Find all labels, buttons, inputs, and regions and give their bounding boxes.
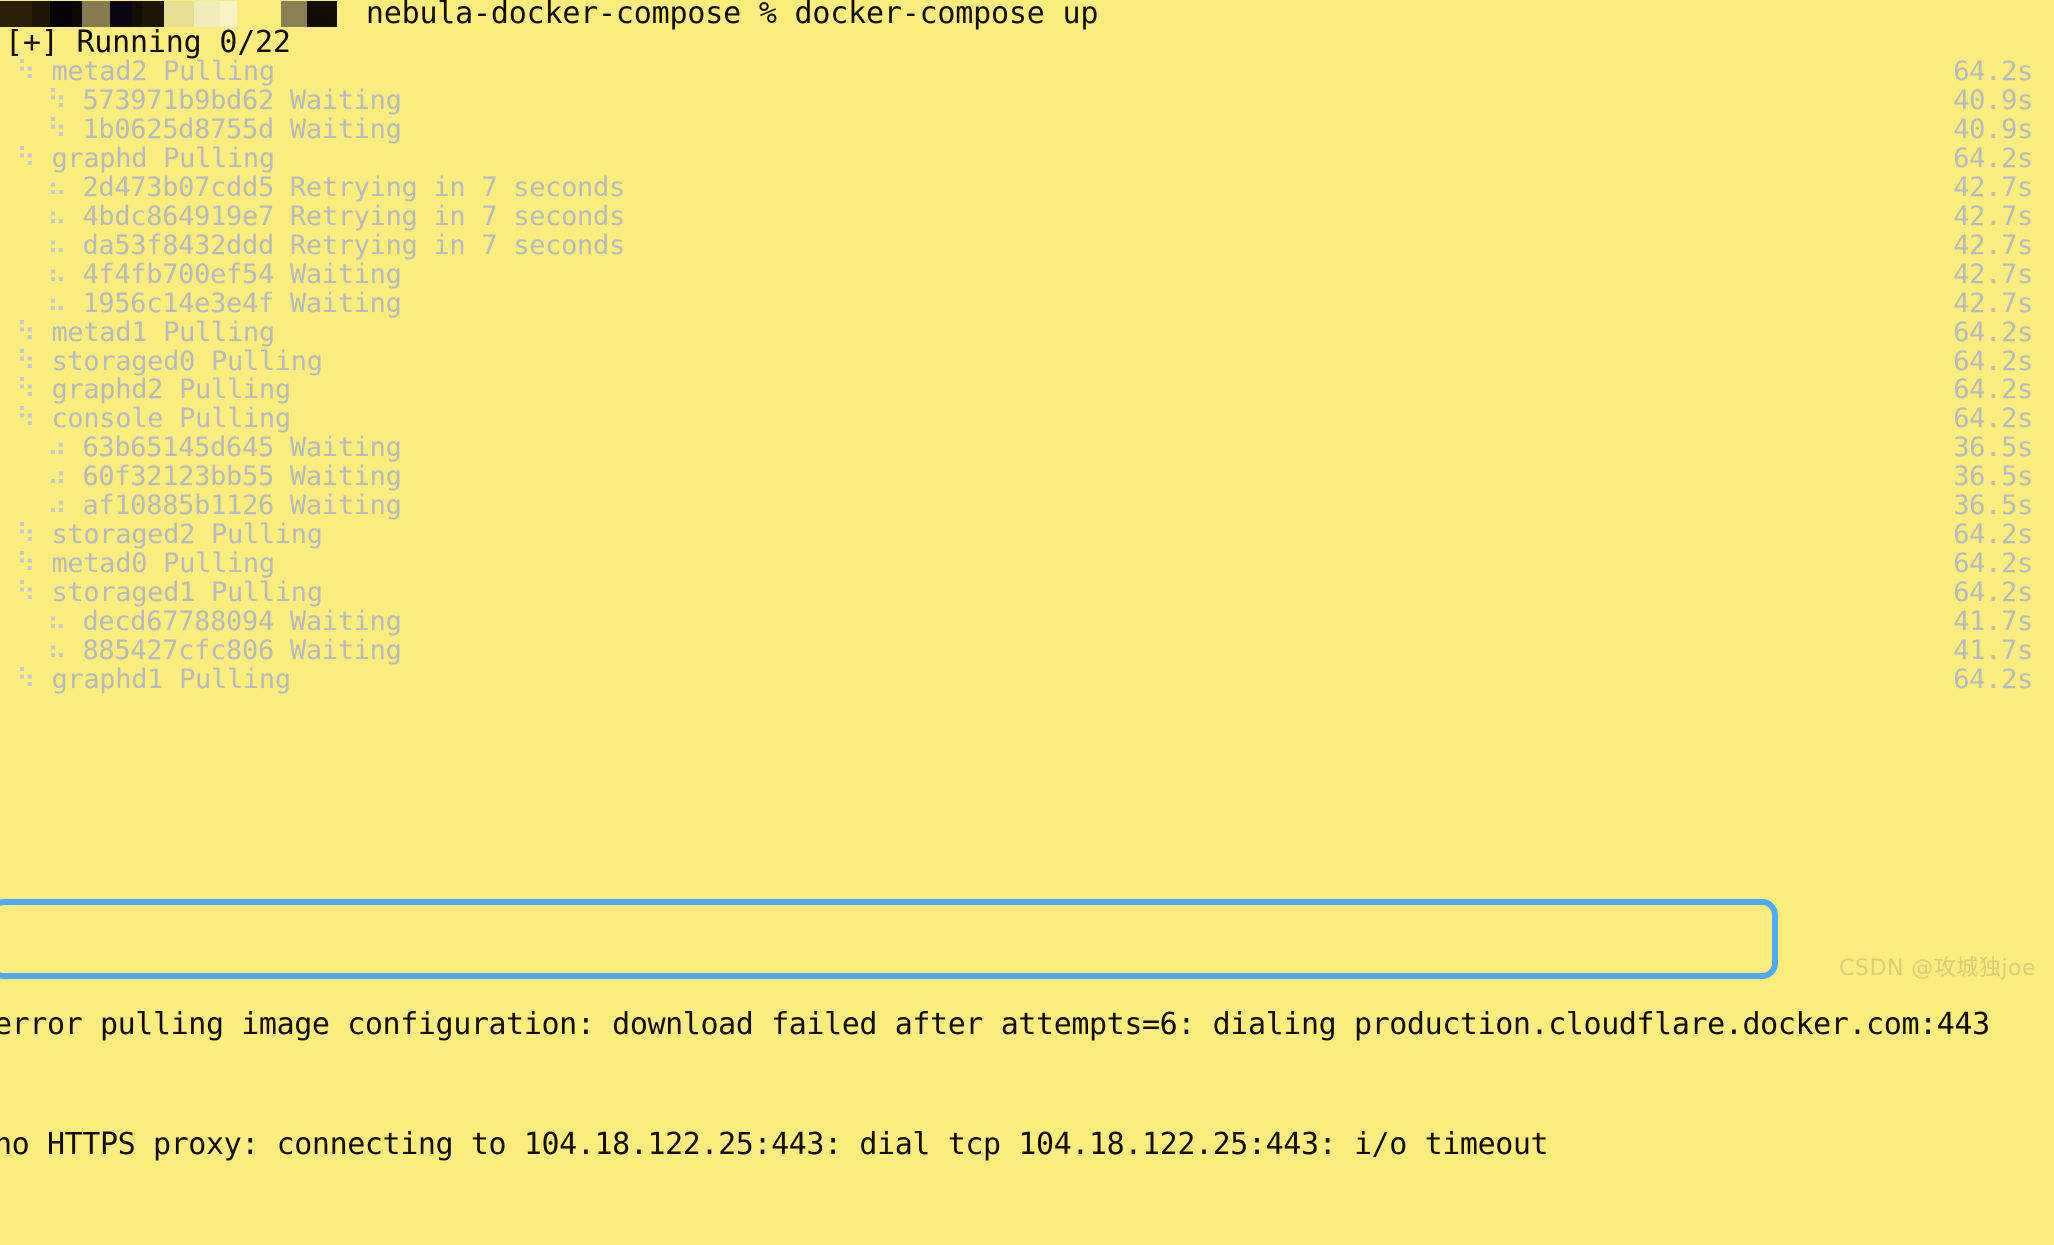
spinner-icon: ⠴ bbox=[47, 461, 67, 492]
log-row-elapsed: 64.2s bbox=[1953, 577, 2033, 608]
compose-log-row: ⠳ storaged0 Pulling 64.2s bbox=[0, 347, 2054, 376]
log-row-elapsed: 64.2s bbox=[1953, 346, 2033, 377]
error-message-line-1: error pulling image configuration: downl… bbox=[0, 1007, 1990, 1042]
log-row-label: 573971b9bd62 Waiting bbox=[66, 85, 402, 116]
log-row-label: metad1 Pulling bbox=[35, 317, 275, 348]
error-message-block: error pulling image configuration: downl… bbox=[0, 925, 2054, 1245]
compose-log-row: ⠦ da53f8432ddd Retrying in 7 seconds 42.7… bbox=[0, 231, 2054, 260]
log-row-elapsed: 64.2s bbox=[1953, 317, 2033, 348]
spinner-icon: ⠳ bbox=[16, 403, 36, 434]
spinner-icon: ⠳ bbox=[47, 85, 67, 116]
log-row-elapsed: 64.2s bbox=[1953, 403, 2033, 434]
spinner-icon: ⠳ bbox=[16, 56, 36, 87]
compose-log-row: ⠴ af10885b1126 Waiting 36.5s bbox=[0, 491, 2054, 520]
log-row-elapsed: 42.7s bbox=[1953, 230, 2033, 261]
spinner-icon: ⠦ bbox=[47, 606, 67, 637]
log-row-elapsed: 36.5s bbox=[1953, 461, 2033, 492]
log-row-label: console Pulling bbox=[35, 403, 291, 434]
compose-log-row: ⠴ 63b65145d645 Waiting 36.5s bbox=[0, 433, 2054, 462]
compose-log-row: ⠳ storaged1 Pulling 64.2s bbox=[0, 578, 2054, 607]
csdn-watermark: CSDN @攻城独joe bbox=[1839, 956, 2036, 981]
log-row-elapsed: 41.7s bbox=[1953, 606, 2033, 637]
compose-log-row: ⠳ storaged2 Pulling 64.2s bbox=[0, 520, 2054, 549]
log-row-elapsed: 64.2s bbox=[1953, 519, 2033, 550]
spinner-icon: ⠦ bbox=[47, 230, 67, 261]
prompt-command-text: nebula-docker-compose % docker-compose u… bbox=[348, 0, 1099, 31]
log-row-elapsed: 64.2s bbox=[1953, 374, 2033, 405]
log-row-label: graphd Pulling bbox=[35, 143, 275, 174]
compose-log-row: ⠳ metad0 Pulling 64.2s bbox=[0, 549, 2054, 578]
compose-log-row: ⠦ 4f4fb700ef54 Waiting 42.7s bbox=[0, 260, 2054, 289]
spinner-icon: ⠳ bbox=[16, 548, 36, 579]
log-row-elapsed: 40.9s bbox=[1953, 85, 2033, 116]
log-row-label: 1b0625d8755d Waiting bbox=[66, 114, 402, 145]
spinner-icon: ⠦ bbox=[47, 288, 67, 319]
spinner-icon: ⠦ bbox=[47, 635, 67, 666]
log-row-elapsed: 64.2s bbox=[1953, 56, 2033, 87]
spinner-icon: ⠦ bbox=[47, 172, 67, 203]
compose-log-row: ⠦ 4bdc864919e7 Retrying in 7 seconds 42.7… bbox=[0, 202, 2054, 231]
compose-log-row: ⠳ 1b0625d8755d Waiting 40.9s bbox=[0, 115, 2054, 144]
spinner-icon: ⠳ bbox=[16, 317, 36, 348]
log-row-label: af10885b1126 Waiting bbox=[66, 490, 402, 521]
compose-log-row: ⠳ console Pulling 64.2s bbox=[0, 404, 2054, 433]
log-row-elapsed: 42.7s bbox=[1953, 201, 2033, 232]
log-row-elapsed: 36.5s bbox=[1953, 490, 2033, 521]
compose-running-header: [+] Running 0/22 bbox=[5, 25, 291, 60]
log-row-label: storaged1 Pulling bbox=[35, 577, 323, 608]
log-row-elapsed: 36.5s bbox=[1953, 432, 2033, 463]
log-row-label: 2d473b07cdd5 Retrying in 7 seconds bbox=[66, 172, 625, 203]
log-row-label: 4bdc864919e7 Retrying in 7 seconds bbox=[66, 201, 625, 232]
compose-log-row: ⠳ metad2 Pulling 64.2s bbox=[0, 57, 2054, 86]
log-row-elapsed: 64.2s bbox=[1953, 143, 2033, 174]
spinner-icon: ⠦ bbox=[47, 201, 67, 232]
log-row-label: metad0 Pulling bbox=[35, 548, 275, 579]
spinner-icon: ⠳ bbox=[16, 346, 36, 377]
compose-log-row: ⠦ 2d473b07cdd5 Retrying in 7 seconds 42.7… bbox=[0, 173, 2054, 202]
compose-log-row: ⠦ 1956c14e3e4f Waiting 42.7s bbox=[0, 289, 2054, 318]
log-row-label: 4f4fb700ef54 Waiting bbox=[66, 259, 402, 290]
terminal-window[interactable]: nebula-docker-compose % docker-compose u… bbox=[0, 0, 2054, 1162]
log-row-label: 63b65145d645 Waiting bbox=[66, 432, 402, 463]
compose-log-row: ⠳ graphd2 Pulling 64.2s bbox=[0, 375, 2054, 404]
compose-log-row: ⠦ decd67788094 Waiting 41.7s bbox=[0, 607, 2054, 636]
spinner-icon: ⠳ bbox=[16, 519, 36, 550]
log-row-label: graphd1 Pulling bbox=[35, 664, 291, 695]
log-row-elapsed: 42.7s bbox=[1953, 172, 2033, 203]
log-row-label: graphd2 Pulling bbox=[35, 374, 291, 405]
log-row-label: 885427cfc806 Waiting bbox=[66, 635, 402, 666]
log-row-elapsed: 64.2s bbox=[1953, 548, 2033, 579]
redacted-user-host-mosaic bbox=[0, 1, 340, 27]
log-row-label: storaged2 Pulling bbox=[35, 519, 323, 550]
log-row-label: storaged0 Pulling bbox=[35, 346, 323, 377]
log-row-elapsed: 41.7s bbox=[1953, 635, 2033, 666]
spinner-icon: ⠳ bbox=[16, 664, 36, 695]
spinner-icon: ⠳ bbox=[16, 374, 36, 405]
spinner-icon: ⠴ bbox=[47, 432, 67, 463]
spinner-icon: ⠴ bbox=[47, 490, 67, 521]
compose-log-row: ⠳ graphd1 Pulling 64.2s bbox=[0, 665, 2054, 694]
log-row-label: 1956c14e3e4f Waiting bbox=[66, 288, 402, 319]
compose-log-row: ⠦ 885427cfc806 Waiting 41.7s bbox=[0, 636, 2054, 665]
spinner-icon: ⠳ bbox=[47, 114, 67, 145]
log-row-label: decd67788094 Waiting bbox=[66, 606, 402, 637]
log-row-elapsed: 40.9s bbox=[1953, 114, 2033, 145]
log-row-label: metad2 Pulling bbox=[35, 56, 275, 87]
log-row-elapsed: 42.7s bbox=[1953, 288, 2033, 319]
compose-log-row: ⠴ 60f32123bb55 Waiting 36.5s bbox=[0, 462, 2054, 491]
compose-log-row: ⠳ metad1 Pulling 64.2s bbox=[0, 318, 2054, 347]
compose-log-row: ⠳ graphd Pulling 64.2s bbox=[0, 144, 2054, 173]
log-row-elapsed: 42.7s bbox=[1953, 259, 2033, 290]
log-row-label: 60f32123bb55 Waiting bbox=[66, 461, 402, 492]
log-row-elapsed: 64.2s bbox=[1953, 664, 2033, 695]
error-message-line-2: no HTTPS proxy: connecting to 104.18.122… bbox=[0, 1127, 1549, 1162]
log-row-label: da53f8432ddd Retrying in 7 seconds bbox=[66, 230, 625, 261]
spinner-icon: ⠳ bbox=[16, 577, 36, 608]
spinner-icon: ⠳ bbox=[16, 143, 36, 174]
spinner-icon: ⠦ bbox=[47, 259, 67, 290]
compose-log-row: ⠳ 573971b9bd62 Waiting 40.9s bbox=[0, 86, 2054, 115]
